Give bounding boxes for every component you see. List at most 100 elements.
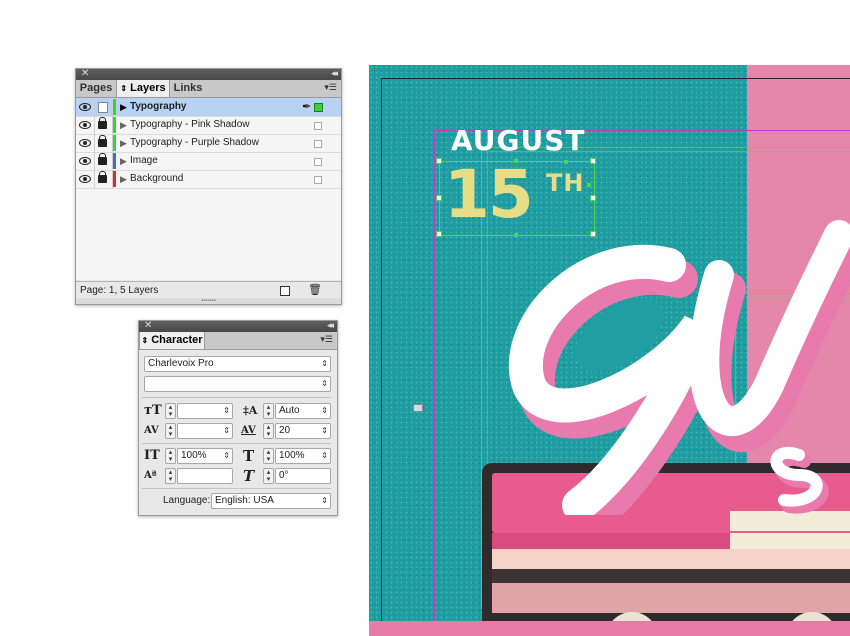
resize-grip[interactable]: ▪▪▪▪▪▪▪ xyxy=(76,298,341,304)
tracking-icon: AV xyxy=(241,425,256,436)
frame-corner-handle[interactable] xyxy=(564,160,568,164)
lock-toggle[interactable] xyxy=(94,170,113,188)
selection-square-icon[interactable] xyxy=(314,122,322,130)
tab-layers[interactable]: ⇕ Layers xyxy=(116,80,170,97)
tab-character-label: Character xyxy=(151,334,203,346)
lock-icon xyxy=(98,171,107,183)
tab-layers-label: Layers xyxy=(130,82,166,94)
font-size-stepper[interactable]: ▴ ▾ xyxy=(165,403,176,419)
horizontal-scale-value: 100% xyxy=(279,450,305,461)
panel-menu-icon[interactable]: ▾☰ xyxy=(324,82,337,93)
layer-name: Background xyxy=(130,173,184,184)
selection-handle-ml[interactable] xyxy=(436,195,442,201)
selection-handle-bm[interactable] xyxy=(514,233,518,237)
layer-row-background[interactable]: ▶ Background xyxy=(76,170,341,189)
language-select[interactable]: English: USA ⇕ xyxy=(211,493,331,509)
anchor-marker-icon[interactable] xyxy=(413,404,423,412)
selection-square-icon[interactable] xyxy=(314,158,322,166)
selection-handle-tl[interactable] xyxy=(436,158,442,164)
layer-name: Typography xyxy=(130,101,187,112)
panel-tab-row: ⇕ Character ▾☰ xyxy=(139,332,337,350)
selection-square-icon[interactable] xyxy=(314,140,322,148)
horizontal-scale-stepper[interactable]: ▴ ▾ xyxy=(263,448,274,464)
panel-titlebar[interactable]: ✕ ◂◂ xyxy=(76,67,341,80)
lock-toggle[interactable] xyxy=(94,134,113,152)
layer-name: Typography - Purple Shadow xyxy=(130,137,259,148)
layer-row-image[interactable]: ▶ Image xyxy=(76,152,341,171)
kerning-field[interactable]: ⇕ xyxy=(177,423,233,439)
visibility-eye-icon[interactable] xyxy=(76,170,95,188)
expand-triangle-icon[interactable]: ▶ xyxy=(120,116,127,134)
panel-titlebar[interactable]: ✕ ◂◂ xyxy=(139,319,337,332)
expand-triangle-icon[interactable]: ▶ xyxy=(120,170,127,188)
leading-field[interactable]: Auto ⇕ xyxy=(275,403,331,419)
lock-icon xyxy=(98,117,107,129)
selection-handle-tm[interactable] xyxy=(514,159,518,163)
leading-value: Auto xyxy=(279,405,300,416)
close-icon[interactable]: ✕ xyxy=(81,67,89,80)
vertical-scale-icon: IT xyxy=(144,448,160,463)
layer-row-typography-pink-shadow[interactable]: ▶ Typography - Pink Shadow xyxy=(76,116,341,135)
font-size-icon: ᴛT xyxy=(144,403,162,418)
collapse-icon[interactable]: ◂◂ xyxy=(331,67,338,80)
tab-character[interactable]: ⇕ Character xyxy=(139,332,205,349)
selection-handle-mr[interactable] xyxy=(590,195,596,201)
selection-handle-tr[interactable] xyxy=(590,158,596,164)
leading-stepper[interactable]: ▴ ▾ xyxy=(263,403,274,419)
layers-panel: ✕ ◂◂ Pages ⇕ Layers Links ▾☰ ▶ Typograph… xyxy=(75,68,342,305)
bottom-pink-strip xyxy=(369,621,850,636)
horizontal-scale-icon: T xyxy=(243,447,255,465)
expand-triangle-icon[interactable]: ▶ xyxy=(120,152,127,170)
selected-object-square-icon[interactable] xyxy=(314,103,323,112)
lock-toggle[interactable] xyxy=(94,98,113,116)
dropdown-arrows-icon: ⇕ xyxy=(223,426,230,435)
expand-triangle-icon[interactable]: ▶ xyxy=(120,134,127,152)
new-layer-icon[interactable] xyxy=(280,286,290,296)
divider xyxy=(142,488,331,489)
layer-color-swatch xyxy=(113,117,116,133)
font-family-field[interactable]: Charlevoix Pro ⇕ xyxy=(144,356,331,372)
layer-row-typography[interactable]: ▶ Typography ✒ xyxy=(76,98,341,117)
vertical-scale-stepper[interactable]: ▴ ▾ xyxy=(165,448,176,464)
visibility-eye-icon[interactable] xyxy=(76,98,95,116)
expand-triangle-icon[interactable]: ▶ xyxy=(120,98,127,116)
selection-handle-br[interactable] xyxy=(590,231,596,237)
text-frame-selection[interactable] xyxy=(439,161,595,236)
baseline-shift-stepper[interactable]: ▴ ▾ xyxy=(165,468,176,484)
visibility-eye-icon[interactable] xyxy=(76,116,95,134)
layers-footer: Page: 1, 5 Layers 🗑 xyxy=(76,281,341,299)
artboard-canvas[interactable]: AUGUST 15 TH xyxy=(369,65,850,636)
visibility-eye-icon[interactable] xyxy=(76,134,95,152)
horizontal-scale-field[interactable]: 100% ⇕ xyxy=(275,448,331,464)
collapse-icon[interactable]: ◂◂ xyxy=(327,319,334,332)
trash-icon[interactable]: 🗑 xyxy=(308,282,322,299)
dropdown-arrows-icon: ⇕ xyxy=(321,359,328,368)
selection-square-icon[interactable] xyxy=(314,176,322,184)
lock-toggle[interactable] xyxy=(94,116,113,134)
tab-links[interactable]: Links xyxy=(169,80,207,97)
dropdown-arrows-icon: ⇕ xyxy=(321,426,328,435)
lock-icon xyxy=(98,153,107,165)
tracking-stepper[interactable]: ▴ ▾ xyxy=(263,423,274,439)
character-panel: ✕ ◂◂ ⇕ Character ▾☰ Charlevoix Pro ⇕ ⇕ ᴛ… xyxy=(138,320,338,516)
month-text[interactable]: AUGUST xyxy=(451,124,586,157)
kerning-stepper[interactable]: ▴ ▾ xyxy=(165,423,176,439)
divider xyxy=(142,443,331,444)
selection-handle-bl[interactable] xyxy=(436,231,442,237)
tracking-field[interactable]: 20 ⇕ xyxy=(275,423,331,439)
layer-row-typography-purple-shadow[interactable]: ▶ Typography - Purple Shadow xyxy=(76,134,341,153)
close-icon[interactable]: ✕ xyxy=(144,319,152,332)
lock-toggle[interactable] xyxy=(94,152,113,170)
skew-field[interactable]: 0° xyxy=(275,468,331,484)
tab-pages[interactable]: Pages xyxy=(76,80,116,97)
font-family-value: Charlevoix Pro xyxy=(148,358,214,369)
vertical-scale-field[interactable]: 100% ⇕ xyxy=(177,448,233,464)
language-value: English: USA xyxy=(215,495,274,506)
skew-stepper[interactable]: ▴ ▾ xyxy=(263,468,274,484)
visibility-eye-icon[interactable] xyxy=(76,152,95,170)
font-style-field[interactable]: ⇕ xyxy=(144,376,331,392)
panel-menu-icon[interactable]: ▾☰ xyxy=(320,334,333,345)
baseline-shift-field[interactable] xyxy=(177,468,233,484)
font-size-field[interactable]: ⇕ xyxy=(177,403,233,419)
frame-corner-handle[interactable] xyxy=(587,183,591,187)
